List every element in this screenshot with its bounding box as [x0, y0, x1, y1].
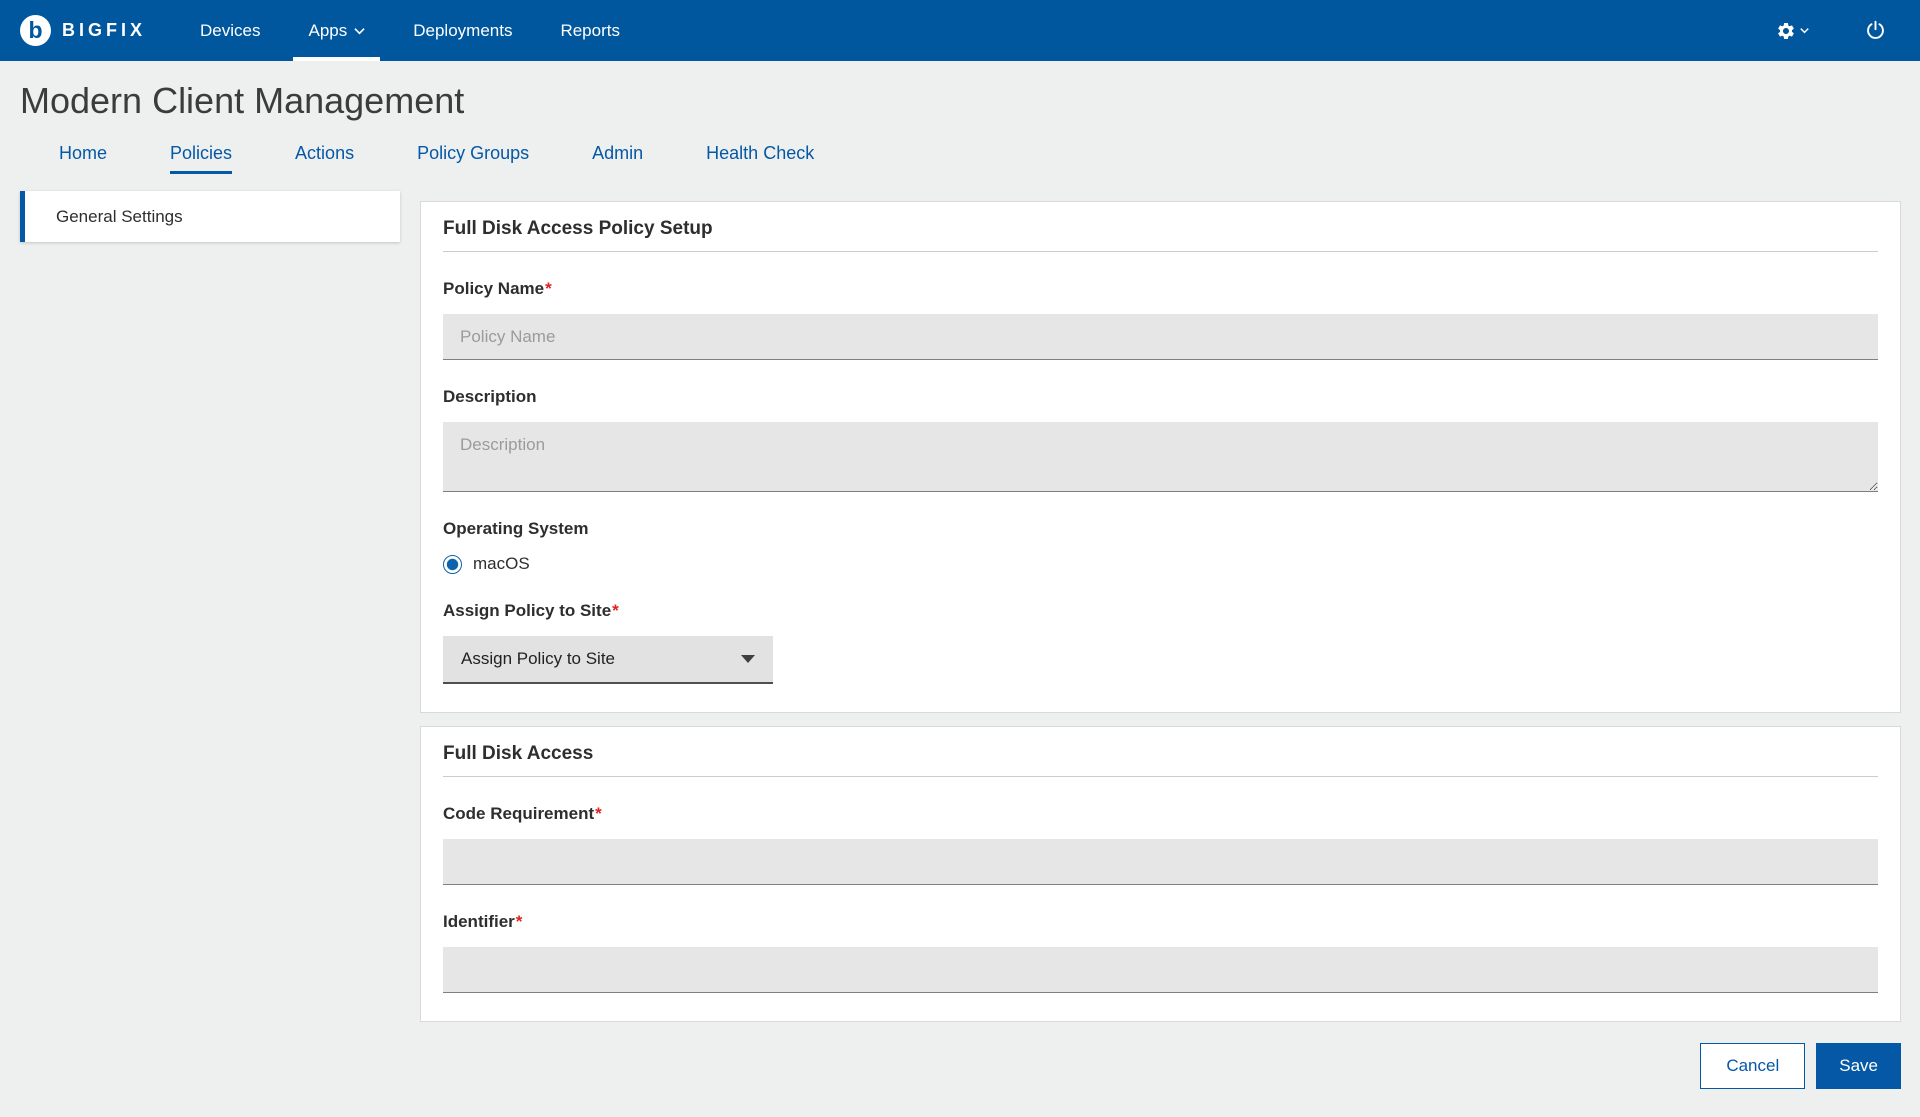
label-text: Identifier	[443, 912, 515, 931]
tab-admin[interactable]: Admin	[592, 143, 643, 174]
settings-button[interactable]	[1776, 21, 1809, 41]
main-panel: Full Disk Access Policy Setup Policy Nam…	[420, 191, 1901, 1089]
assign-site-group: Assign Policy to Site* Assign Policy to …	[443, 601, 1878, 684]
label-text: Operating System	[443, 519, 589, 538]
nav-item-apps[interactable]: Apps	[284, 0, 389, 61]
content-area: General Settings Full Disk Access Policy…	[0, 174, 1920, 1089]
label-text: Code Requirement	[443, 804, 594, 823]
bigfix-logo-icon: b	[20, 15, 51, 46]
tab-policies[interactable]: Policies	[170, 143, 232, 174]
nav-item-label: Apps	[308, 21, 347, 41]
section-title: Full Disk Access	[443, 743, 1878, 765]
brand-name: BIGFIX	[62, 20, 146, 41]
chevron-down-icon	[741, 655, 755, 663]
description-textarea[interactable]	[443, 422, 1878, 492]
logo-letter: b	[28, 17, 42, 44]
tab-policy-groups[interactable]: Policy Groups	[417, 143, 529, 174]
operating-system-group: Operating System macOS	[443, 519, 1878, 574]
nav-item-devices[interactable]: Devices	[176, 0, 284, 61]
sidebar-item-general-settings[interactable]: General Settings	[20, 191, 400, 242]
section-title: Full Disk Access Policy Setup	[443, 218, 1878, 240]
form-actions: Cancel Save	[420, 1043, 1901, 1089]
nav-item-reports[interactable]: Reports	[536, 0, 644, 61]
gear-icon	[1776, 21, 1796, 41]
nav-item-label: Reports	[560, 21, 620, 41]
required-asterisk: *	[595, 804, 602, 823]
assign-site-dropdown[interactable]: Assign Policy to Site	[443, 636, 773, 684]
code-requirement-input[interactable]	[443, 839, 1878, 885]
tab-health-check[interactable]: Health Check	[706, 143, 814, 174]
identifier-input[interactable]	[443, 947, 1878, 993]
policy-name-group: Policy Name*	[443, 279, 1878, 360]
nav-item-label: Deployments	[413, 21, 512, 41]
nav-item-deployments[interactable]: Deployments	[389, 0, 536, 61]
top-navbar: b BIGFIX Devices Apps Deployments Report…	[0, 0, 1920, 61]
dropdown-selected-value: Assign Policy to Site	[461, 649, 615, 669]
primary-nav: Devices Apps Deployments Reports	[176, 0, 644, 61]
divider	[443, 776, 1878, 777]
required-asterisk: *	[516, 912, 523, 931]
full-disk-access-card: Full Disk Access Code Requirement* Ident…	[420, 726, 1901, 1022]
identifier-group: Identifier*	[443, 912, 1878, 993]
policy-setup-card: Full Disk Access Policy Setup Policy Nam…	[420, 201, 1901, 713]
label-text: Assign Policy to Site	[443, 601, 611, 620]
policy-name-label: Policy Name*	[443, 279, 1878, 299]
power-button[interactable]	[1865, 20, 1886, 41]
cancel-button[interactable]: Cancel	[1700, 1043, 1805, 1089]
identifier-label: Identifier*	[443, 912, 1878, 932]
code-requirement-group: Code Requirement*	[443, 804, 1878, 885]
description-group: Description	[443, 387, 1878, 492]
chevron-down-icon	[1800, 27, 1809, 34]
macos-radio-option[interactable]: macOS	[443, 554, 1878, 574]
sidebar-item-label: General Settings	[56, 207, 183, 227]
code-requirement-label: Code Requirement*	[443, 804, 1878, 824]
tab-actions[interactable]: Actions	[295, 143, 354, 174]
policy-name-input[interactable]	[443, 314, 1878, 360]
label-text: Description	[443, 387, 537, 406]
macos-radio-label: macOS	[473, 554, 530, 574]
bigfix-logo[interactable]: b BIGFIX	[20, 0, 146, 61]
required-asterisk: *	[545, 279, 552, 298]
divider	[443, 251, 1878, 252]
save-button[interactable]: Save	[1816, 1043, 1901, 1089]
chevron-down-icon	[354, 27, 365, 35]
assign-site-label: Assign Policy to Site*	[443, 601, 1878, 621]
settings-sidebar: General Settings	[20, 191, 400, 242]
power-icon	[1865, 20, 1886, 41]
macos-radio[interactable]	[443, 555, 462, 574]
label-text: Policy Name	[443, 279, 544, 298]
required-asterisk: *	[612, 601, 619, 620]
page-title: Modern Client Management	[20, 80, 1920, 122]
tab-home[interactable]: Home	[59, 143, 107, 174]
nav-item-label: Devices	[200, 21, 260, 41]
description-label: Description	[443, 387, 1878, 407]
operating-system-label: Operating System	[443, 519, 1878, 539]
navbar-right	[1776, 0, 1886, 61]
tab-bar: Home Policies Actions Policy Groups Admi…	[59, 143, 1920, 174]
